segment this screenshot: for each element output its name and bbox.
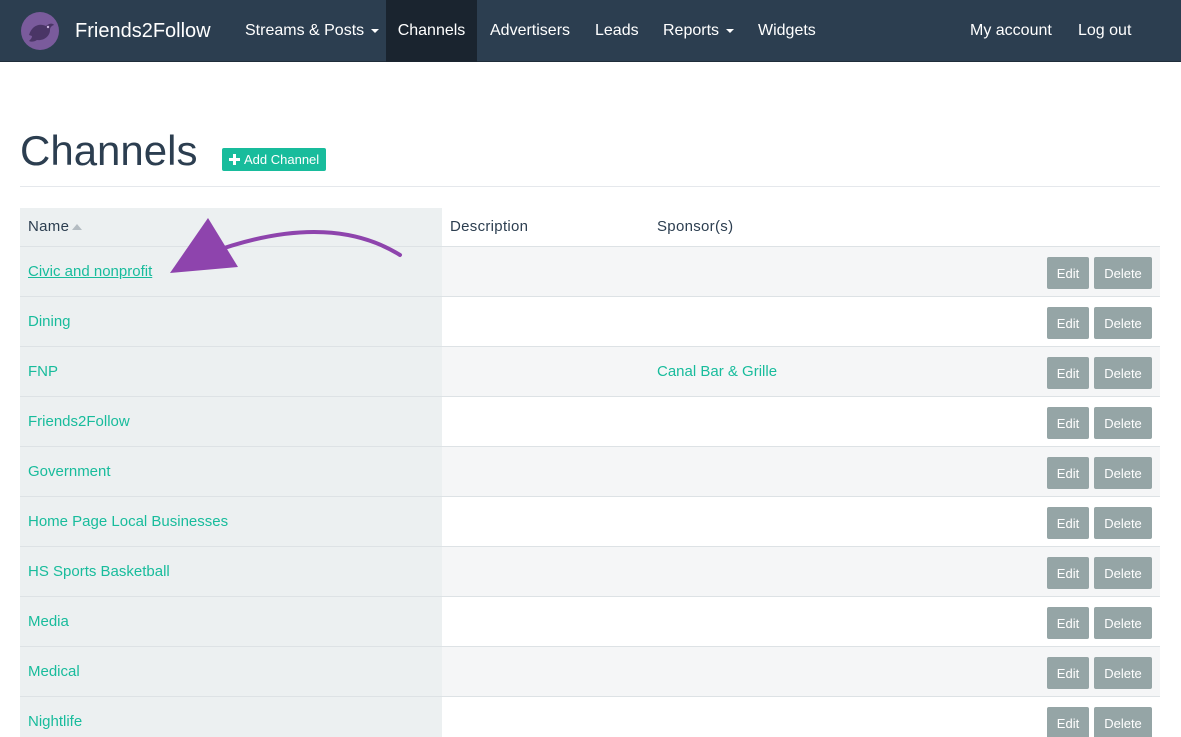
edit-button[interactable]: Edit xyxy=(1047,357,1089,389)
nav-label: Channels xyxy=(397,22,466,39)
channel-name-link[interactable]: Friends2Follow xyxy=(28,413,130,430)
channel-name-link[interactable]: Government xyxy=(28,463,111,480)
channel-name-link[interactable]: Home Page Local Businesses xyxy=(28,513,228,530)
nav-label: Leads xyxy=(595,22,639,39)
channel-name-link[interactable]: Dining xyxy=(28,313,71,330)
delete-button[interactable]: Delete xyxy=(1094,707,1152,737)
edit-button[interactable]: Edit xyxy=(1047,707,1089,737)
channel-name-link[interactable]: Media xyxy=(28,613,69,630)
column-label: Sponsor(s) xyxy=(657,218,734,235)
column-header-name[interactable]: Name xyxy=(28,218,83,235)
edit-button[interactable]: Edit xyxy=(1047,407,1089,439)
table-row: Medical Edit Delete xyxy=(20,646,1160,696)
nav-streams-posts[interactable]: Streams & Posts xyxy=(232,0,392,62)
delete-button[interactable]: Delete xyxy=(1094,307,1152,339)
edit-button[interactable]: Edit xyxy=(1047,507,1089,539)
caret-down-icon xyxy=(371,29,380,33)
nav-advertisers[interactable]: Advertisers xyxy=(477,0,583,62)
sort-ascending-icon xyxy=(72,224,83,231)
add-channel-button[interactable]: Add Channel xyxy=(222,148,327,171)
brand[interactable]: Friends2Follow xyxy=(20,8,211,54)
delete-button[interactable]: Delete xyxy=(1094,357,1152,389)
table-row: Government Edit Delete xyxy=(20,446,1160,496)
nav-widgets[interactable]: Widgets xyxy=(745,0,829,62)
edit-button[interactable]: Edit xyxy=(1047,657,1089,689)
table-row: HS Sports Basketball Edit Delete xyxy=(20,546,1160,596)
header-divider xyxy=(20,186,1160,187)
delete-button[interactable]: Delete xyxy=(1094,657,1152,689)
channel-name-link[interactable]: HS Sports Basketball xyxy=(28,563,170,580)
table-row: Civic and nonprofit Edit Delete xyxy=(20,246,1160,296)
top-navbar: Friends2Follow Streams & Posts Channels … xyxy=(0,0,1181,62)
column-header-sponsors: Sponsor(s) xyxy=(657,218,733,235)
nav-label: Widgets xyxy=(758,22,816,39)
delete-button[interactable]: Delete xyxy=(1094,257,1152,289)
table-row: Home Page Local Businesses Edit Delete xyxy=(20,496,1160,546)
bird-logo-icon xyxy=(21,12,59,50)
nav-label: My account xyxy=(970,22,1052,39)
edit-button[interactable]: Edit xyxy=(1047,607,1089,639)
nav-label: Advertisers xyxy=(490,22,571,39)
table-header: Name Description Sponsor(s) xyxy=(20,208,1160,246)
channel-name-link[interactable]: FNP xyxy=(28,363,58,380)
edit-button[interactable]: Edit xyxy=(1047,307,1089,339)
table-row: Friends2Follow Edit Delete xyxy=(20,396,1160,446)
brand-name: Friends2Follow xyxy=(75,19,211,42)
table-row: Media Edit Delete xyxy=(20,596,1160,646)
channel-name-link[interactable]: Nightlife xyxy=(28,713,82,730)
column-label: Name xyxy=(28,218,70,235)
nav-leads[interactable]: Leads xyxy=(582,0,652,62)
channel-name-link[interactable]: Medical xyxy=(28,663,80,680)
plus-icon xyxy=(229,154,240,165)
channel-name-link[interactable]: Civic and nonprofit xyxy=(28,263,152,280)
nav-label: Streams & Posts xyxy=(245,22,365,39)
table-row: Dining Edit Delete xyxy=(20,296,1160,346)
nav-reports[interactable]: Reports xyxy=(650,0,747,62)
delete-button[interactable]: Delete xyxy=(1094,607,1152,639)
nav-log-out[interactable]: Log out xyxy=(1065,0,1144,62)
delete-button[interactable]: Delete xyxy=(1094,557,1152,589)
edit-button[interactable]: Edit xyxy=(1047,457,1089,489)
nav-channels[interactable]: Channels xyxy=(386,0,477,62)
table-row: FNP Canal Bar & Grille Edit Delete xyxy=(20,346,1160,396)
nav-label: Reports xyxy=(663,22,720,39)
edit-button[interactable]: Edit xyxy=(1047,557,1089,589)
caret-down-icon xyxy=(726,29,735,33)
delete-button[interactable]: Delete xyxy=(1094,507,1152,539)
add-channel-label: Add Channel xyxy=(244,152,320,167)
delete-button[interactable]: Delete xyxy=(1094,457,1152,489)
edit-button[interactable]: Edit xyxy=(1047,257,1089,289)
nav-label: Log out xyxy=(1078,22,1132,39)
column-header-description: Description xyxy=(450,218,528,235)
nav-my-account[interactable]: My account xyxy=(957,0,1065,62)
page-title: Channels xyxy=(20,127,198,174)
column-label: Description xyxy=(450,218,529,235)
channel-sponsor-link[interactable]: Canal Bar & Grille xyxy=(657,363,777,380)
delete-button[interactable]: Delete xyxy=(1094,407,1152,439)
table-row: Nightlife Edit Delete xyxy=(20,696,1160,737)
